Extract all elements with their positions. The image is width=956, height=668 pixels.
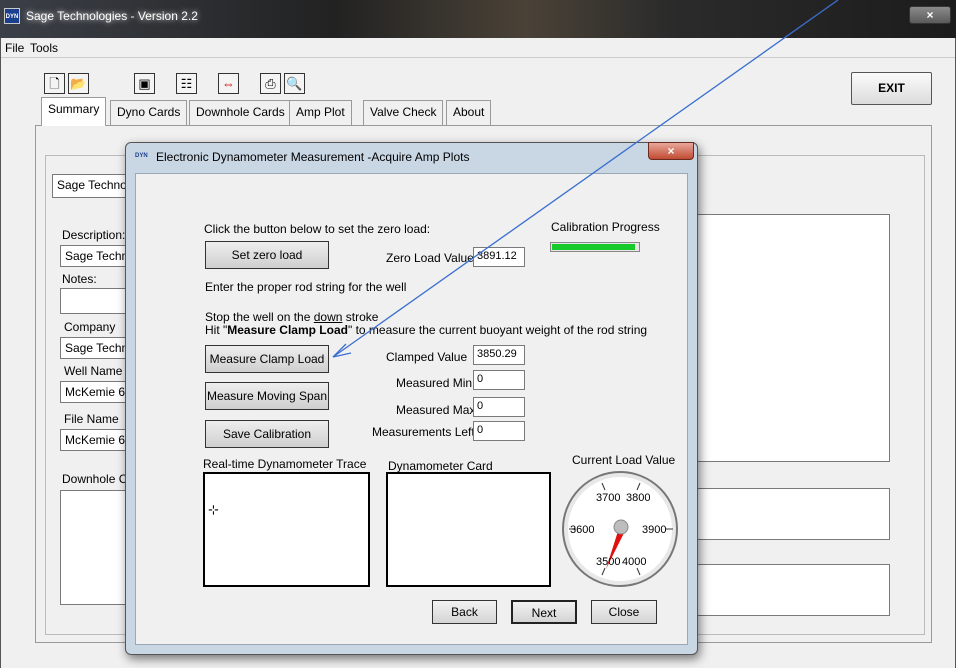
annotation-arrow — [332, 0, 839, 358]
